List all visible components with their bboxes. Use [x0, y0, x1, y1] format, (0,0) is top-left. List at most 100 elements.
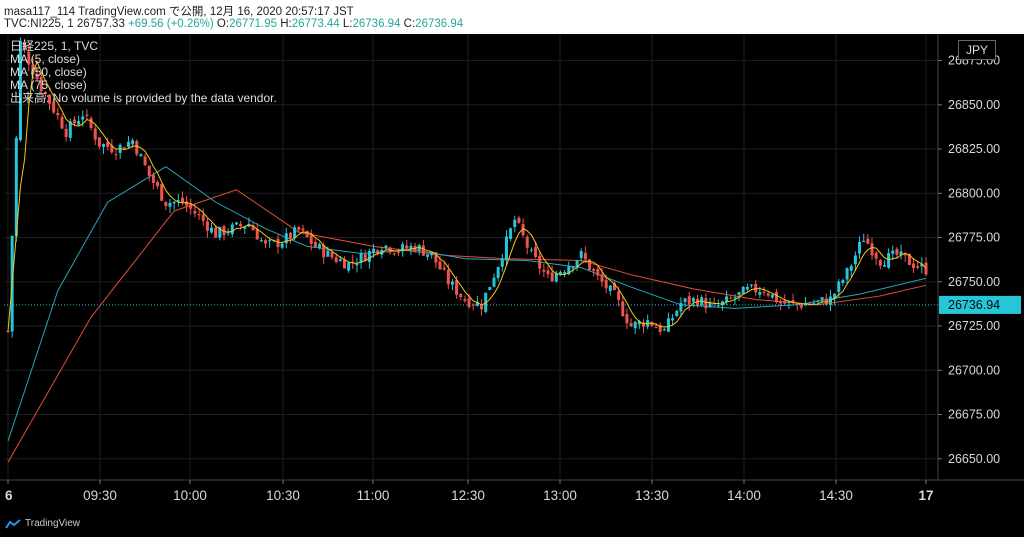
ohlc-line: TVC:NI225, 1 26757.33 +69.56 (+0.26%) O:… [4, 18, 463, 30]
candle-body [214, 227, 218, 238]
candle-body [180, 197, 184, 203]
candle-body [675, 310, 679, 316]
candle-body [205, 221, 209, 231]
candle-body [629, 323, 633, 327]
candle-body [85, 114, 89, 116]
candle-body [758, 292, 762, 295]
candle-body [301, 228, 305, 231]
candle-body [716, 305, 720, 307]
candle-body [97, 137, 101, 147]
high-label: H: [280, 18, 292, 30]
high-value: 26773.44 [291, 18, 340, 30]
candle-body [849, 265, 853, 271]
chart-header: masa117_114 TradingView.com で公開, 12月 16,… [0, 0, 1024, 34]
candle-body [762, 291, 766, 293]
currency-button[interactable]: JPY [958, 40, 996, 60]
candle-body [293, 227, 297, 238]
candle-body [77, 120, 81, 125]
candle-body [820, 297, 824, 300]
candle-body [102, 143, 106, 147]
candle-body [650, 322, 654, 326]
y-tick-label: 26800.00 [948, 186, 1000, 200]
candle-body [750, 284, 754, 286]
candle-body [600, 274, 604, 282]
candle-body [89, 118, 93, 129]
candle-body [438, 261, 442, 270]
candle-body [509, 228, 513, 239]
candle-body [288, 232, 292, 239]
candle-body [405, 245, 409, 249]
candle-body [359, 253, 363, 263]
candle-body [234, 222, 238, 225]
tradingview-logo[interactable]: TradingView [5, 518, 80, 529]
candle-body [604, 279, 608, 289]
candle-body [264, 240, 268, 244]
candle-body [679, 302, 683, 312]
candle-body [891, 250, 895, 254]
candle-body [455, 280, 459, 295]
candle-body [210, 227, 214, 233]
candle-body [774, 292, 778, 303]
candle-body [517, 217, 521, 223]
candle-body [882, 265, 886, 267]
close-value: 26736.94 [415, 18, 464, 30]
candle-body [72, 119, 76, 124]
candle-body [887, 253, 891, 268]
candle-body [201, 214, 205, 221]
candle-body [459, 294, 463, 297]
candle-body [816, 300, 820, 302]
candle-body [93, 128, 97, 140]
price-change: +69.56 (+0.26%) [128, 18, 214, 30]
footer-bar [0, 514, 1024, 537]
x-tick-label: 11:00 [357, 488, 390, 503]
legend-volume: 出来高: No volume is provided by the data v… [10, 91, 277, 105]
candle-body [442, 267, 446, 270]
candle-body [318, 244, 322, 248]
candle-body [617, 291, 621, 300]
candle-body [392, 253, 396, 255]
candle-body [463, 299, 467, 301]
candle-body [592, 269, 596, 271]
candle-body [239, 223, 243, 227]
candle-body [529, 249, 533, 251]
symbol-name: TVC:NI225, 1 [4, 18, 74, 30]
candle-body [160, 184, 164, 201]
candle-body [571, 266, 575, 269]
candle-body [504, 236, 508, 260]
candle-body [143, 156, 147, 166]
candle-body [326, 250, 330, 257]
candle-body [783, 300, 787, 304]
candle-body [725, 296, 729, 302]
candle-body [625, 314, 629, 324]
candle-body [164, 201, 168, 207]
candle-body [268, 240, 272, 242]
candle-body [554, 273, 558, 282]
y-tick-label: 26700.00 [948, 363, 1000, 377]
candle-body [895, 248, 899, 255]
candle-body [122, 147, 126, 149]
x-tick-label: 14:00 [727, 488, 761, 503]
tradingview-logo-icon [5, 518, 21, 529]
price-chart[interactable]: 26650.00 26675.00 26700.00 26725.00 26750.00… [0, 34, 1024, 514]
candle-body [671, 318, 675, 321]
candle-body [683, 298, 687, 302]
candle-body [56, 112, 60, 116]
candle-body [853, 255, 857, 265]
candle-body [193, 210, 197, 214]
candle-body [621, 301, 625, 316]
candle-body [172, 201, 176, 204]
candle-body [384, 245, 388, 248]
candle-body [766, 293, 770, 296]
candle-body [575, 260, 579, 267]
candle-body [579, 251, 583, 259]
y-tick-label: 26675.00 [948, 408, 1000, 422]
candle-body [633, 321, 637, 329]
ma-polyline [7, 166, 927, 442]
last-price: 26757.33 [76, 18, 125, 30]
brand-name: TradingView [25, 518, 81, 529]
candle-body [687, 296, 691, 305]
candle-body [770, 294, 774, 298]
x-tick-label: 13:30 [635, 488, 669, 503]
candle-body [309, 234, 313, 244]
x-tick-label: 6 [5, 488, 13, 503]
